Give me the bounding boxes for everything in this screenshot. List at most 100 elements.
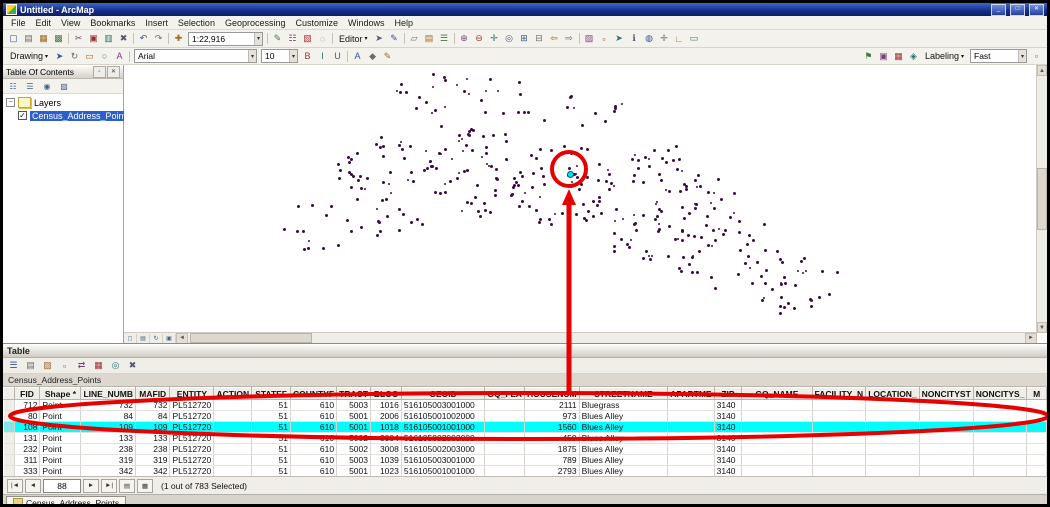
- column-header-BLOC[interactable]: BLOC: [371, 388, 402, 400]
- cell[interactable]: 789: [525, 455, 580, 466]
- lock-labels-button[interactable]: ◈: [906, 50, 921, 63]
- cell[interactable]: 131: [14, 433, 40, 444]
- cell[interactable]: [973, 400, 1027, 411]
- cell[interactable]: [812, 444, 866, 455]
- label-engine-combo[interactable]: Fast▾: [970, 49, 1027, 63]
- cell[interactable]: 1023: [371, 466, 402, 477]
- cell[interactable]: 712: [14, 400, 40, 411]
- cell[interactable]: [668, 411, 714, 422]
- select-elements-tool-button[interactable]: ➤: [52, 50, 67, 63]
- cell[interactable]: 3140: [714, 411, 742, 422]
- column-header-COUNTYF[interactable]: COUNTYF: [290, 388, 336, 400]
- clear-selected-features-button[interactable]: ▫: [597, 32, 612, 45]
- identify-button[interactable]: ℹ: [627, 32, 642, 45]
- list-by-source-button[interactable]: ☰: [22, 79, 38, 93]
- menu-geoprocessing[interactable]: Geoprocessing: [220, 18, 291, 28]
- column-header-ACTION[interactable]: ACTION: [214, 388, 252, 400]
- drawing-menu[interactable]: Drawing▾: [6, 51, 52, 61]
- cell[interactable]: [214, 400, 252, 411]
- cell[interactable]: [919, 400, 973, 411]
- next-record-button[interactable]: ►: [83, 479, 99, 493]
- font-size-combo[interactable]: 10▾: [261, 49, 298, 63]
- cell[interactable]: 1875: [525, 444, 580, 455]
- cell[interactable]: [214, 466, 252, 477]
- cell[interactable]: 319: [136, 455, 170, 466]
- map-vertical-scrollbar[interactable]: ▲ ▼: [1036, 65, 1047, 333]
- maximize-button[interactable]: □: [1010, 4, 1025, 16]
- layout-view-button[interactable]: ▤: [137, 334, 150, 343]
- cell[interactable]: 51: [252, 433, 291, 444]
- font-combo[interactable]: Arial▾: [134, 49, 257, 63]
- new-document-button[interactable]: ▢: [6, 32, 21, 45]
- cell[interactable]: 3140: [714, 422, 742, 433]
- column-header-LOCATION_[interactable]: LOCATION_: [866, 388, 919, 400]
- select-elements-button[interactable]: ➤: [612, 32, 627, 45]
- menu-file[interactable]: File: [6, 18, 31, 28]
- cell[interactable]: [866, 466, 919, 477]
- cell[interactable]: 610: [290, 411, 336, 422]
- cell[interactable]: Point: [40, 455, 81, 466]
- toc-autohide-button[interactable]: ▫: [93, 66, 106, 78]
- column-header-NONCITYS_[interactable]: NONCITYS_: [973, 388, 1027, 400]
- cell[interactable]: [742, 411, 812, 422]
- text-tool-button[interactable]: A: [112, 50, 127, 63]
- cell[interactable]: Blues Alley: [579, 422, 668, 433]
- cell[interactable]: Point: [40, 433, 81, 444]
- scroll-down-icon[interactable]: ▼: [1037, 322, 1047, 333]
- print-button[interactable]: ▩: [51, 32, 66, 45]
- table-row[interactable]: 311Point319319PL512720516105003103951610…: [4, 455, 1047, 466]
- menu-help[interactable]: Help: [390, 18, 419, 28]
- cell[interactable]: 3004: [371, 433, 402, 444]
- cell[interactable]: [1027, 455, 1047, 466]
- attributes-button[interactable]: ▤: [422, 32, 437, 45]
- row-selector-cell[interactable]: [4, 455, 15, 466]
- cell[interactable]: [742, 455, 812, 466]
- open-button[interactable]: ▤: [21, 32, 36, 45]
- column-header-ENTITY[interactable]: ENTITY: [170, 388, 214, 400]
- cell[interactable]: [919, 433, 973, 444]
- find-button[interactable]: ◍: [642, 32, 657, 45]
- cell[interactable]: [866, 411, 919, 422]
- list-by-selection-button[interactable]: ▨: [56, 79, 72, 93]
- cell[interactable]: 133: [81, 433, 136, 444]
- cell[interactable]: [485, 400, 525, 411]
- cell[interactable]: 516105003001000: [401, 400, 484, 411]
- pan-button[interactable]: ✛: [487, 32, 502, 45]
- cell[interactable]: [919, 444, 973, 455]
- cell[interactable]: [214, 422, 252, 433]
- zoom-out-button[interactable]: ⊖: [472, 32, 487, 45]
- clear-selection-button[interactable]: ▫: [57, 359, 72, 372]
- column-header-LINE_NUMB[interactable]: LINE_NUMB: [81, 388, 136, 400]
- cell[interactable]: [973, 422, 1027, 433]
- cell[interactable]: [973, 433, 1027, 444]
- cell[interactable]: Blues Alley: [579, 444, 668, 455]
- bold-button[interactable]: B: [300, 50, 315, 63]
- cell[interactable]: Point: [40, 400, 81, 411]
- cell[interactable]: Point: [40, 422, 81, 433]
- scroll-left-icon[interactable]: ◄: [176, 333, 188, 344]
- save-button[interactable]: ▦: [36, 32, 51, 45]
- tab-census-address-points[interactable]: Census_Address_Points: [6, 496, 126, 507]
- menu-selection[interactable]: Selection: [173, 18, 220, 28]
- cell[interactable]: 610: [290, 422, 336, 433]
- cell[interactable]: 973: [525, 411, 580, 422]
- cell[interactable]: PL512720: [170, 444, 214, 455]
- show-all-records-button[interactable]: ▤: [119, 479, 135, 493]
- layers-node[interactable]: −Layers: [3, 96, 123, 109]
- rotate-element-button[interactable]: ↻: [67, 50, 82, 63]
- label-manager-button[interactable]: ⚑: [861, 50, 876, 63]
- cell[interactable]: [668, 455, 714, 466]
- cell[interactable]: [668, 400, 714, 411]
- back-extent-button[interactable]: ⇦: [547, 32, 562, 45]
- cell[interactable]: [973, 411, 1027, 422]
- cell[interactable]: [742, 400, 812, 411]
- cell[interactable]: 311: [14, 455, 40, 466]
- layer-visibility-checkbox[interactable]: ✓: [18, 111, 27, 120]
- cell[interactable]: 516105003001000: [401, 455, 484, 466]
- delete-button[interactable]: ✖: [116, 32, 131, 45]
- cell[interactable]: 3140: [714, 455, 742, 466]
- toc-close-button[interactable]: ✕: [107, 66, 120, 78]
- close-button[interactable]: ✕: [1029, 4, 1044, 16]
- cell[interactable]: 133: [136, 433, 170, 444]
- cell[interactable]: [919, 422, 973, 433]
